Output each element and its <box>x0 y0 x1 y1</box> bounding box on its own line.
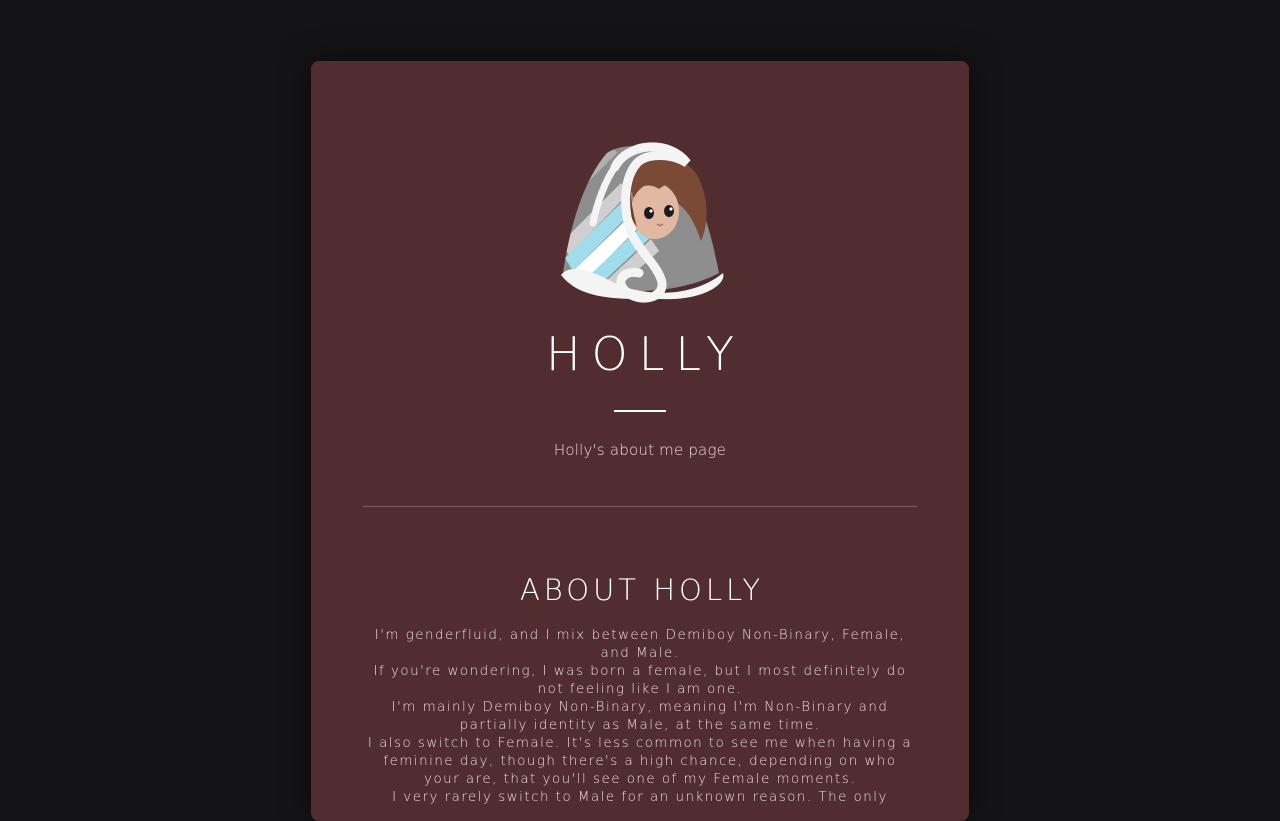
about-paragraph: I'm mainly Demiboy Non-Binary, meaning I… <box>391 700 889 733</box>
about-paragraph: I also switch to Female. It's less commo… <box>367 736 913 787</box>
profile-card: HOLLY Holly's about me page ABOUT HOLLY … <box>311 61 969 821</box>
section-divider <box>363 506 917 507</box>
about-paragraph: I very rarely switch to Male for an unkn… <box>392 790 888 805</box>
hooded-character-avatar-icon <box>551 123 731 303</box>
page-title: HOLLY <box>545 327 746 381</box>
about-paragraph: If you're wondering, I was born a female… <box>373 664 907 697</box>
title-underline <box>614 410 666 412</box>
about-paragraph: I'm genderfluid, and I mix between Demib… <box>374 628 906 661</box>
page-subtitle: Holly's about me page <box>553 441 727 459</box>
about-heading: ABOUT HOLLY <box>519 573 765 607</box>
about-text: I'm genderfluid, and I mix between Demib… <box>363 627 917 807</box>
